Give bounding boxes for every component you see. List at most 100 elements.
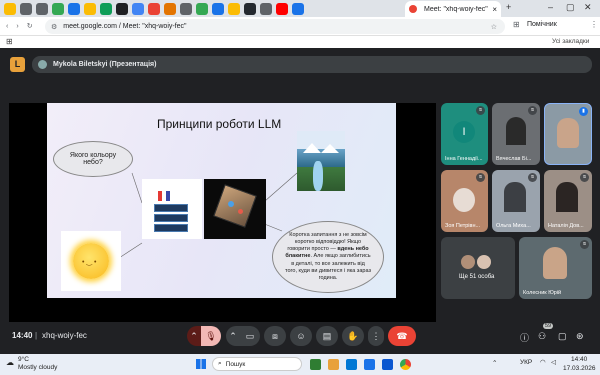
- presenter-avatar: [38, 60, 47, 69]
- back-icon[interactable]: ‹: [6, 23, 8, 30]
- participant-tile[interactable]: ⦸ Зоя Петрівн...: [441, 170, 488, 232]
- meeting-separator: |: [35, 331, 38, 340]
- speaking-indicator-icon: ▮: [579, 107, 588, 116]
- site-info-icon[interactable]: ⚙: [51, 23, 57, 31]
- hang-up-icon: ☎: [396, 330, 408, 341]
- minimize-icon[interactable]: –: [548, 2, 553, 12]
- tab-icon-12[interactable]: [180, 2, 192, 15]
- captions-button[interactable]: ▤: [316, 326, 338, 346]
- taskbar-app-icon[interactable]: [382, 359, 393, 370]
- weather-icon: ☁: [6, 358, 14, 367]
- participant-tile[interactable]: I ⦸ Інна Геннадії...: [441, 103, 488, 165]
- tab-icon-7[interactable]: [100, 2, 112, 15]
- taskbar-app-icon[interactable]: [328, 359, 339, 370]
- activity-logo-icon[interactable]: L: [10, 57, 25, 72]
- more-participants-tile[interactable]: Ще 51 особа: [441, 237, 515, 299]
- tab-icon-11[interactable]: [164, 2, 176, 15]
- captions-icon: ▤: [322, 330, 332, 341]
- participant-name: Ольга Михa...: [496, 223, 531, 229]
- reload-icon[interactable]: ↻: [27, 22, 33, 30]
- tab-icon-2[interactable]: [20, 2, 32, 15]
- tab-icon-8[interactable]: [116, 2, 128, 15]
- clock-time[interactable]: 14:40: [571, 356, 587, 363]
- tab-icon-19[interactable]: [292, 2, 304, 15]
- apps-grid-icon[interactable]: ⊞: [6, 37, 13, 46]
- language-indicator[interactable]: УКР: [520, 359, 532, 366]
- answer-text: Коротка запитання з не зовсім коротко ві…: [285, 232, 371, 282]
- camera-toggle-button[interactable]: ▭: [240, 326, 260, 346]
- participants-badge: 59: [543, 323, 554, 329]
- tab-icon-17[interactable]: [260, 2, 272, 15]
- mic-toggle-button[interactable]: 🎙: [201, 326, 221, 346]
- os-taskbar: ☁ 9°C Mostly cloudy ⌕ Пошук ⌃ УКР ◠ ◁ 14…: [0, 354, 600, 375]
- tab-icon-5[interactable]: [68, 2, 80, 15]
- tab-icon-16[interactable]: [244, 2, 256, 15]
- tab-icon-9[interactable]: [132, 2, 144, 15]
- participant-tile[interactable]: ⦸ Колесник Юрій: [519, 237, 592, 299]
- clock-date[interactable]: 17.03.2026: [563, 365, 596, 372]
- tab-icon-6[interactable]: [84, 2, 96, 15]
- taskbar-app-icon[interactable]: [310, 359, 321, 370]
- participant-tile[interactable]: ⦸ Наталія Дов...: [544, 170, 592, 232]
- mic-off-icon: ⦸: [476, 173, 485, 182]
- active-tab[interactable]: Meet: "xhq-woiy-fec" ×: [405, 1, 501, 17]
- participant-tile[interactable]: ⦸ Вячеслав Бі...: [492, 103, 540, 165]
- hand-icon: ✋: [347, 330, 359, 341]
- extensions-icon[interactable]: ⊞: [513, 20, 520, 29]
- wifi-icon[interactable]: ◠: [540, 358, 546, 366]
- tray-chevron-icon[interactable]: ⌃: [492, 359, 497, 367]
- url-text: meet.google.com / Meet: "xhq-woiy-fec": [63, 23, 187, 30]
- all-bookmarks-label[interactable]: Усі закладки: [552, 38, 589, 45]
- bookmark-star-icon[interactable]: ☆: [491, 23, 497, 31]
- taskbar-app-icon[interactable]: [364, 359, 375, 370]
- maximize-icon[interactable]: ▢: [566, 2, 575, 13]
- participant-name: Інна Геннадії...: [445, 156, 483, 162]
- windows-start-icon[interactable]: [196, 359, 206, 369]
- forward-icon[interactable]: ›: [16, 23, 18, 30]
- tab-icon-4[interactable]: [52, 2, 64, 15]
- profile-label[interactable]: Помічник: [527, 21, 557, 28]
- leave-call-button[interactable]: ☎: [388, 326, 416, 346]
- mic-off-icon: ⦸: [580, 173, 589, 182]
- participant-video: [504, 182, 526, 212]
- people-icon[interactable]: ⚇: [538, 331, 546, 342]
- chrome-taskbar-icon[interactable]: [400, 359, 411, 370]
- mic-off-icon: ⦸: [476, 106, 485, 115]
- question-cloud: Якого кольору небо?: [53, 141, 133, 177]
- mic-off-icon: ⦸: [580, 240, 589, 249]
- participant-video: [506, 117, 526, 145]
- reactions-button[interactable]: ☺: [290, 326, 312, 346]
- meeting-info-icon[interactable]: ⓘ: [520, 331, 529, 344]
- tab-icon-15[interactable]: [228, 2, 240, 15]
- close-window-icon[interactable]: ✕: [584, 2, 592, 13]
- close-tab-icon[interactable]: ×: [492, 5, 497, 14]
- bookmarks-bar: ⊞ Усі закладки: [0, 36, 600, 48]
- presentation-slide: Принципи роботи LLM Якого кольору небо? …: [47, 103, 396, 298]
- more-options-button[interactable]: ⋮: [368, 326, 384, 346]
- tab-icon-3[interactable]: [36, 2, 48, 15]
- meeting-time: 14:40: [12, 331, 33, 340]
- chat-icon[interactable]: ▢: [558, 331, 567, 342]
- activities-icon[interactable]: ⊛: [576, 331, 584, 342]
- camera-options-button[interactable]: ⌃: [226, 326, 240, 346]
- present-button[interactable]: ⧈: [264, 326, 286, 346]
- participant-tile-active-speaker[interactable]: ▮: [544, 103, 592, 165]
- raise-hand-button[interactable]: ✋: [342, 326, 364, 346]
- taskbar-app-icon[interactable]: [346, 359, 357, 370]
- volume-icon[interactable]: ◁: [551, 358, 556, 366]
- tab-icon-14[interactable]: [212, 2, 224, 15]
- weather-condition: Mostly cloudy: [18, 364, 58, 371]
- tab-icon-13[interactable]: [196, 2, 208, 15]
- tab-icon-10[interactable]: [148, 2, 160, 15]
- taskbar-search-box[interactable]: ⌕ Пошук: [212, 357, 302, 371]
- new-tab-icon[interactable]: +: [506, 2, 511, 12]
- tab-icon-18[interactable]: [276, 2, 288, 15]
- url-bar[interactable]: ⚙ meet.google.com / Meet: "xhq-woiy-fec"…: [45, 19, 505, 34]
- mic-options-button[interactable]: ⌃: [187, 326, 201, 346]
- server-image: [142, 179, 202, 239]
- camera-icon: ▭: [245, 330, 255, 341]
- participant-tile[interactable]: ⦸ Ольга Михa...: [492, 170, 540, 232]
- tab-icon-1[interactable]: [4, 2, 16, 15]
- participant-video: [453, 188, 475, 212]
- menu-kebab-icon[interactable]: ⋮: [590, 20, 598, 29]
